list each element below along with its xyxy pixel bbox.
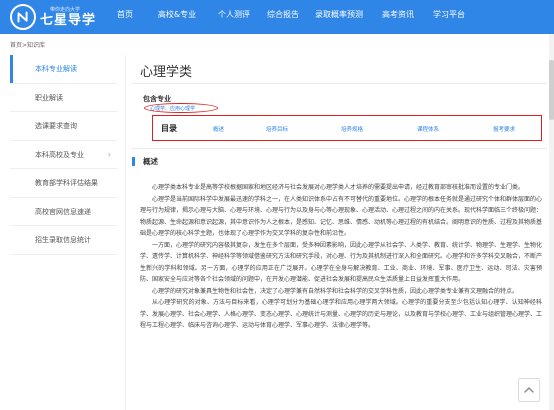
site-logo[interactable]: 带你走向大学 七星导学 bbox=[10, 3, 96, 31]
page-title: 心理学类 bbox=[140, 65, 193, 80]
breadcrumb-current: 知识库 bbox=[27, 42, 46, 49]
sidebar-item-label: 选课要求查询 bbox=[35, 122, 77, 130]
nav-item-admission-prediction[interactable]: 录取概率预测 bbox=[306, 0, 372, 34]
sidebar-item-colleges-majors[interactable]: 本科高校及专业 › bbox=[10, 141, 117, 169]
section-heading: 概述 bbox=[132, 156, 158, 167]
chevron-right-icon: › bbox=[107, 149, 111, 159]
up-arrow-icon bbox=[524, 387, 534, 393]
nav-item-news[interactable]: 高考资讯 bbox=[372, 0, 424, 34]
contained-majors-links[interactable]: 心理学、应用心理学 bbox=[146, 104, 199, 113]
sidebar-item-label: 职业解读 bbox=[35, 93, 63, 102]
scrollbar-thumb[interactable] bbox=[549, 60, 554, 120]
toc-link-overview[interactable]: 概述 bbox=[213, 125, 224, 133]
nav-item-personal-assessment[interactable]: 个人测评 bbox=[208, 0, 260, 34]
toc-link-training-specs[interactable]: 培养规格 bbox=[341, 125, 363, 133]
sidebar: 本科专业解读 职业解读 选课要求查询 本科高校及专业 › 教育部学科评估结果 高… bbox=[10, 55, 117, 255]
section-title: 概述 bbox=[143, 157, 158, 166]
sidebar-item-label: 本科专业解读 bbox=[35, 65, 77, 73]
nav-item-learning-platform[interactable]: 学习平台 bbox=[424, 0, 474, 34]
sidebar-item-discipline-evaluation[interactable]: 教育部学科评估结果 bbox=[10, 169, 117, 198]
sidebar-divider bbox=[125, 55, 126, 410]
article-paragraph: 一方面，心理学的研究内容极其复杂，发生在多个层面，受多种因素影响，因此心理学从社… bbox=[140, 241, 543, 284]
toc-title: 目录 bbox=[161, 123, 177, 133]
nav-item-report[interactable]: 综合报告 bbox=[260, 0, 306, 34]
sidebar-item-official-site-news[interactable]: 高校官网信息速递 bbox=[10, 198, 117, 226]
breadcrumb: 首页>知识库 bbox=[10, 40, 45, 49]
article-paragraph: 心理学的研究对象兼具生物性和社会性，决定了心理学兼有自然科学和社会科学的交叉学科… bbox=[152, 287, 519, 295]
sidebar-item-course-requirements[interactable]: 选课要求查询 bbox=[10, 112, 117, 141]
logo-name: 七星导学 bbox=[40, 12, 97, 28]
article-paragraph: 心理学是当前国际科学中发展最迅速的学科之一，在人类知识体系中占有不可替代的重要地… bbox=[140, 195, 543, 238]
article-body: 心理学类本科专业是高等学校根据国家和地区经济与社会发展对心理学类人才培养的需要提… bbox=[140, 182, 542, 332]
sidebar-item-admission-statistics[interactable]: 招生录取信息统计 bbox=[10, 226, 117, 255]
toc-divider bbox=[132, 148, 547, 149]
back-to-top-button[interactable] bbox=[518, 378, 540, 402]
toc-link-training-goals[interactable]: 培养目标 bbox=[266, 125, 288, 133]
title-divider bbox=[132, 83, 547, 84]
logo-slogan: 带你走向大学 bbox=[50, 6, 81, 13]
nav-item-colleges-majors[interactable]: 高校&专业 bbox=[146, 0, 208, 34]
sidebar-item-label: 高校官网信息速递 bbox=[35, 207, 91, 216]
sidebar-item-major-interpretation[interactable]: 本科专业解读 bbox=[10, 55, 117, 84]
stylized-n-logo-icon bbox=[10, 4, 36, 30]
table-of-contents: 目录 概述 培养目标 培养规格 课程体系 报考要求 bbox=[152, 115, 542, 141]
toc-link-application-requirements[interactable]: 报考要求 bbox=[493, 125, 515, 133]
main-nav: 首页 高校&专业 个人测评 综合报告 录取概率预测 高考资讯 学习平台 bbox=[104, 0, 474, 34]
blue-bar-icon bbox=[132, 157, 135, 166]
sidebar-item-label: 招生录取信息统计 bbox=[35, 236, 91, 244]
sidebar-item-career-interpretation[interactable]: 职业解读 bbox=[10, 84, 117, 112]
sidebar-item-label: 本科高校及专业 bbox=[35, 150, 84, 159]
article-paragraph: 从心理学研究的对象、方法与目标来看，心理学可划分为基础心理学和应用心理学两大领域… bbox=[140, 299, 543, 329]
breadcrumb-home[interactable]: 首页 bbox=[10, 42, 22, 49]
top-nav-bar: 带你走向大学 七星导学 首页 高校&专业 个人测评 综合报告 录取概率预测 高考… bbox=[0, 0, 554, 34]
toc-link-curriculum[interactable]: 课程体系 bbox=[417, 125, 439, 133]
nav-item-home[interactable]: 首页 bbox=[104, 0, 146, 34]
sidebar-item-label: 教育部学科评估结果 bbox=[35, 179, 98, 187]
article-paragraph: 心理学类本科专业是高等学校根据国家和地区经济与社会发展对心理学类人才培养的需要提… bbox=[152, 184, 525, 191]
